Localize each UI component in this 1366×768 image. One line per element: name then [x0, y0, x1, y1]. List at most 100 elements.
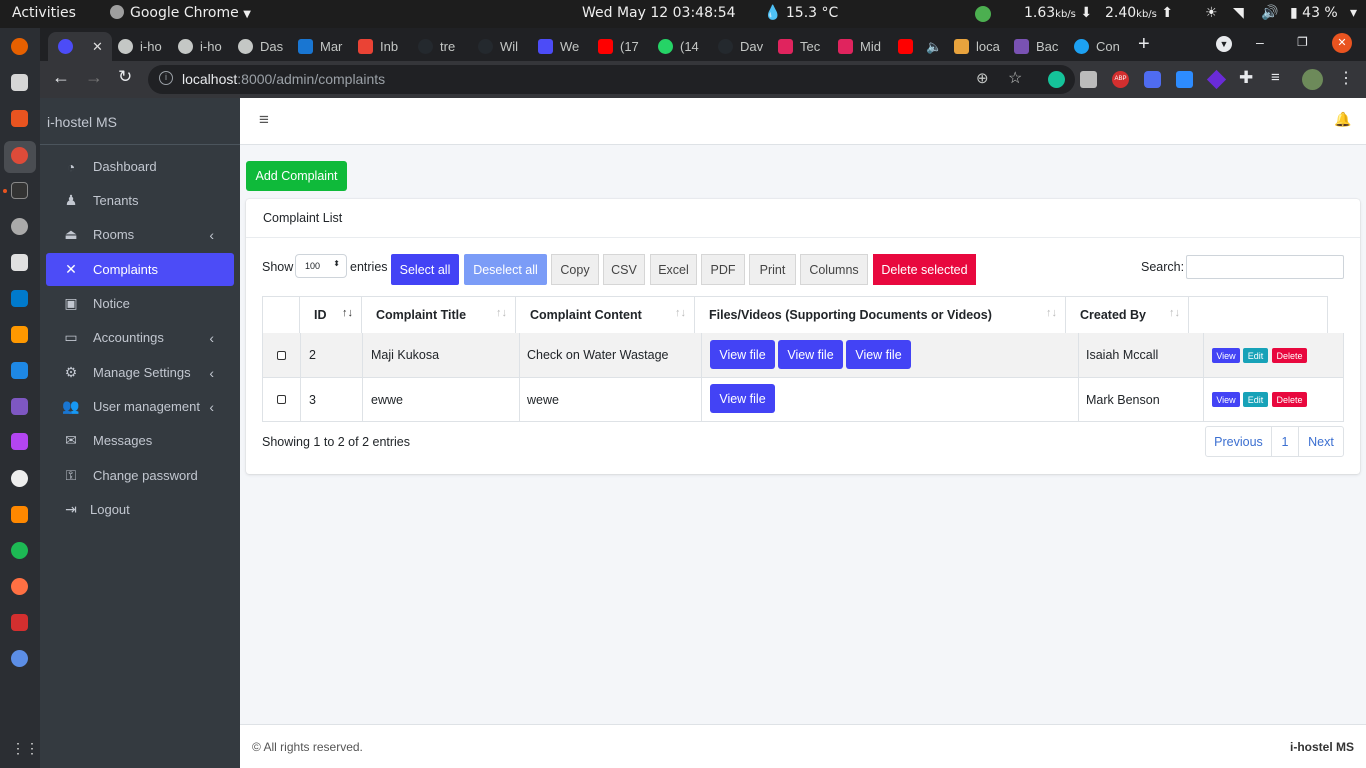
activities-button[interactable]: Activities	[12, 5, 76, 21]
pdf-button[interactable]: PDF	[701, 254, 745, 285]
csv-button[interactable]: CSV	[603, 254, 645, 285]
browser-tab[interactable]: i-ho	[176, 32, 236, 61]
terminal-icon[interactable]	[11, 182, 28, 199]
tab-close-icon[interactable]: ✕	[92, 39, 103, 55]
files-column-header[interactable]: Files/Videos (Supporting Documents or Vi…	[694, 296, 1066, 334]
clock[interactable]: Wed May 12 03:48:54	[582, 5, 736, 21]
excel-button[interactable]: Excel	[650, 254, 697, 285]
deselect-all-button[interactable]: Deselect all	[464, 254, 547, 285]
view-file-button[interactable]: View file	[846, 340, 911, 369]
media-control-icon[interactable]: ≡	[1271, 69, 1280, 86]
browser-tab[interactable]: (14	[656, 32, 716, 61]
browser-tab[interactable]: Tec	[776, 32, 836, 61]
browser-tab[interactable]: Bac	[1012, 32, 1072, 61]
print-button[interactable]: Print	[749, 254, 796, 285]
address-bar[interactable]: i localhost:8000/admin/complaints ⊕ ☆	[148, 65, 1075, 94]
select-all-button[interactable]: Select all	[391, 254, 459, 285]
delete-selected-button[interactable]: Delete selected	[873, 254, 976, 285]
compass-icon[interactable]	[11, 578, 28, 595]
show-apps-icon[interactable]: ⋮⋮	[11, 740, 39, 757]
sidebar-item-complaints[interactable]: ✕ Complaints	[46, 253, 234, 286]
weather[interactable]: 💧 15.3 °C	[764, 5, 838, 21]
brightness-icon[interactable]: ☀	[1205, 5, 1218, 21]
reload-icon[interactable]: ↻	[118, 67, 132, 87]
speaker-icon[interactable]: 🔈	[926, 39, 942, 55]
view-file-button[interactable]: View file	[710, 340, 775, 369]
new-tab-button[interactable]: +	[1138, 33, 1150, 56]
phpstorm-icon[interactable]	[11, 433, 28, 450]
diamond-extension-icon[interactable]	[1206, 69, 1227, 90]
title-column-header[interactable]: Complaint Title ↑↓	[361, 296, 516, 334]
view-file-button[interactable]: View file	[778, 340, 843, 369]
pagination-next[interactable]: Next	[1298, 426, 1344, 457]
sidebar-item-notice[interactable]: ▣ Notice	[46, 287, 234, 320]
kebab-menu-icon[interactable]: ⋮	[1338, 68, 1354, 88]
content-column-header[interactable]: Complaint Content ↑↓	[515, 296, 695, 334]
fonts-extension-icon[interactable]	[1176, 71, 1193, 88]
back-icon[interactable]: ←	[52, 67, 70, 88]
system-menu-caret-icon[interactable]: ▾	[1350, 5, 1357, 21]
battery[interactable]: ▮ 43 %	[1290, 5, 1338, 21]
filezilla-icon[interactable]	[11, 614, 28, 631]
phpstorm-alt-icon[interactable]	[11, 398, 28, 415]
profile-avatar[interactable]	[1302, 69, 1323, 90]
sidebar-item-rooms[interactable]: ⏏ Rooms ‹	[46, 218, 234, 251]
row-checkbox[interactable]	[277, 395, 286, 404]
spotify-icon[interactable]	[11, 542, 28, 559]
tab-active[interactable]: ✕	[48, 32, 112, 61]
bookmark-star-icon[interactable]: ☆	[1008, 68, 1022, 88]
browser-tab[interactable]: tre	[416, 32, 476, 61]
browser-tab[interactable]: Dav	[716, 32, 776, 61]
wifi-icon[interactable]: ◥	[1233, 5, 1244, 21]
row-delete-button[interactable]: Delete	[1272, 348, 1307, 363]
browser-tab[interactable]: i-ho	[116, 32, 176, 61]
info-icon[interactable]: i	[159, 71, 173, 85]
bell-icon[interactable]: 🔔	[1334, 111, 1351, 128]
hamburger-menu-icon[interactable]: ≡	[259, 110, 269, 130]
extension-icon[interactable]	[1080, 71, 1097, 88]
browser-tab[interactable]: Mar	[296, 32, 356, 61]
row-edit-button[interactable]: Edit	[1243, 392, 1268, 407]
settings-app-icon[interactable]	[11, 254, 28, 271]
copy-button[interactable]: Copy	[551, 254, 599, 285]
forward-icon[interactable]: →	[85, 67, 103, 88]
browser-tab[interactable]: (17	[596, 32, 656, 61]
firefox-icon[interactable]	[11, 38, 28, 55]
grammarly-icon[interactable]	[1048, 71, 1065, 88]
qbittorrent-icon[interactable]	[11, 650, 28, 667]
pagination-previous[interactable]: Previous	[1205, 426, 1272, 457]
search-input[interactable]	[1186, 255, 1344, 279]
sidebar-item-user-management[interactable]: 👥 User management ‹	[46, 390, 234, 423]
columns-button[interactable]: Columns	[800, 254, 868, 285]
app-menu[interactable]: Google Chrome ▼	[110, 5, 251, 21]
zoom-icon[interactable]: ⊕	[976, 69, 989, 87]
browser-tab[interactable]: Inb	[356, 32, 416, 61]
sidebar-item-manage-settings[interactable]: ⚙ Manage Settings ‹	[46, 356, 234, 389]
browser-tab[interactable]: loca	[952, 32, 1012, 61]
browser-tab[interactable]: Wil	[476, 32, 536, 61]
browser-tab[interactable]: We	[536, 32, 596, 61]
brand-text[interactable]: i-hostel MS	[47, 114, 117, 130]
sidebar-item-change-password[interactable]: ⚿ Change password	[46, 459, 234, 492]
created-by-column-header[interactable]: Created By ↑↓	[1065, 296, 1189, 334]
close-window-icon[interactable]: ✕	[1332, 33, 1352, 53]
sidebar-item-messages[interactable]: ✉ Messages	[46, 424, 234, 457]
view-file-button[interactable]: View file	[710, 384, 775, 413]
table-row[interactable]: 3 ewwe wewe View file Mark Benson View E…	[262, 378, 1344, 422]
table-row[interactable]: 2 Maji Kukosa Check on Water Wastage Vie…	[262, 333, 1344, 378]
id-column-header[interactable]: ID ↑↓	[299, 296, 362, 334]
browser-tab[interactable]: Con	[1072, 32, 1132, 61]
meet-extension-icon[interactable]	[1144, 71, 1161, 88]
add-complaint-button[interactable]: Add Complaint	[246, 161, 347, 191]
minimize-icon[interactable]: –	[1256, 34, 1264, 50]
chrome-indicator-icon[interactable]	[975, 6, 991, 22]
maximize-icon[interactable]: ❐	[1297, 35, 1308, 49]
webstorm-icon[interactable]	[11, 362, 28, 379]
row-edit-button[interactable]: Edit	[1243, 348, 1268, 363]
browser-tab[interactable]: Mid	[836, 32, 896, 61]
sidebar-item-dashboard[interactable]: ◔ Dashboard	[46, 150, 234, 183]
puzzle-icon[interactable]: ✚	[1239, 68, 1253, 88]
vscode-icon[interactable]	[11, 290, 28, 307]
chrome-dock-icon[interactable]	[11, 147, 28, 164]
row-view-button[interactable]: View	[1212, 392, 1240, 407]
